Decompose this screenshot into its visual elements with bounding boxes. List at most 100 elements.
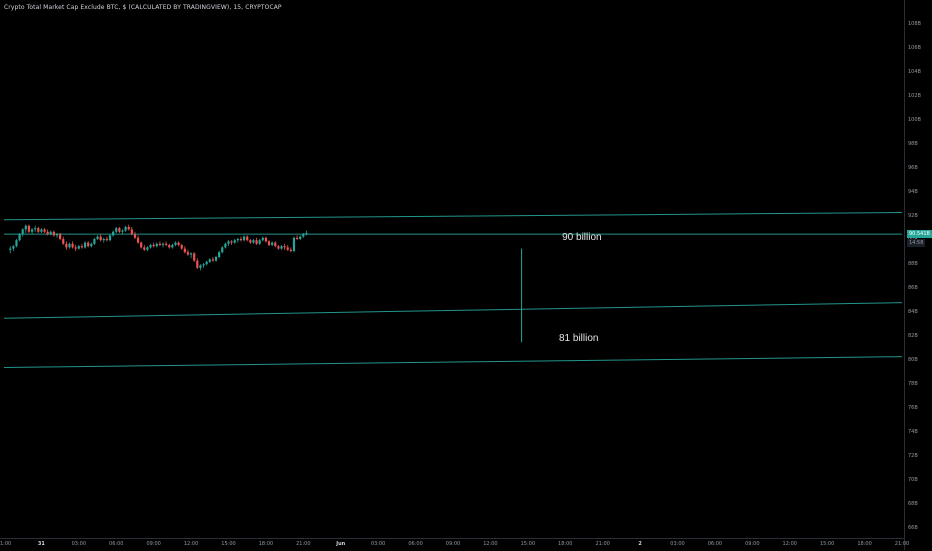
y-tick-label: 100B — [908, 117, 921, 124]
y-tick-label: 96B — [908, 165, 918, 172]
candle-body — [218, 252, 221, 257]
y-tick-label: 82B — [908, 333, 918, 340]
candle-body — [227, 241, 230, 244]
candle-body — [183, 248, 186, 253]
candle-body — [267, 241, 271, 245]
candle-body — [118, 228, 121, 232]
time-axis[interactable]: 21:00 31 03:00 06:00 09:00 12:00 15:00 18:00 21:… — [0, 538, 909, 551]
candle-body — [68, 243, 71, 248]
candle-body — [242, 236, 246, 241]
candle-body — [146, 247, 149, 250]
candle-body — [21, 229, 24, 235]
candle-body — [83, 242, 87, 248]
candle-body — [15, 240, 18, 247]
candle-body — [136, 237, 140, 243]
x-tick-label: 12:00 — [782, 541, 797, 547]
candle-body — [155, 243, 158, 247]
trendline-lower-channel — [3, 356, 903, 368]
candle-body — [295, 237, 299, 239]
candle-body — [186, 252, 190, 255]
x-tick-label: 03:00 — [670, 541, 685, 547]
x-tick-label: 21:00 — [595, 541, 610, 547]
candle-body — [127, 226, 130, 230]
candle-body — [177, 242, 180, 245]
candle-body — [299, 236, 302, 239]
candle-body — [158, 243, 162, 245]
trendline-middle-channel — [3, 302, 903, 319]
candle-body — [152, 244, 155, 247]
x-tick-label: 03:00 — [71, 541, 87, 547]
candle-body — [90, 243, 93, 247]
candle-body — [37, 228, 40, 232]
candle-body — [252, 240, 255, 243]
candle-body — [168, 244, 171, 248]
y-tick-label: 72B — [908, 453, 918, 460]
candle-body — [277, 246, 280, 249]
x-tick-label: 18:00 — [558, 541, 573, 547]
candle-body — [292, 237, 296, 251]
candle-body — [96, 236, 99, 239]
x-tick-label: 21:00 — [894, 541, 910, 547]
candle-body — [74, 247, 77, 249]
price-axis[interactable]: 108B106B104B102B100B98B96B94B92B90B88B86… — [904, 0, 932, 550]
candle-body — [264, 237, 268, 242]
x-tick-label: 09:00 — [745, 541, 760, 547]
candle-body — [124, 226, 127, 231]
x-tick-label: 21:00 — [0, 541, 12, 547]
candle-body — [115, 228, 118, 232]
y-tick-label: 88B — [908, 261, 918, 268]
candle-body — [87, 242, 90, 247]
candle-body — [171, 244, 174, 248]
candle-body — [274, 242, 277, 247]
x-tick-label: 03:00 — [370, 541, 386, 547]
candle-body — [258, 240, 261, 244]
price-chart[interactable] — [0, 0, 904, 538]
candle-body — [143, 247, 146, 250]
candle-body — [40, 229, 43, 232]
candle-body — [80, 246, 84, 248]
candle-body — [249, 240, 252, 243]
candle-body — [305, 232, 308, 235]
y-tick-label: 70B — [908, 477, 918, 484]
candle-body — [193, 253, 196, 261]
candle-body — [239, 238, 243, 241]
trendline-upper-channel — [3, 212, 903, 221]
candle-body — [230, 241, 233, 243]
candle-body — [280, 246, 283, 249]
candle-body — [261, 237, 264, 241]
y-tick-label: 76B — [908, 405, 918, 412]
candle-body — [102, 238, 105, 241]
candle-body — [121, 230, 124, 232]
candle-body — [18, 234, 21, 241]
countdown-label: 14:58 — [907, 239, 926, 248]
candle-body — [34, 228, 37, 230]
x-tick-label: 18:00 — [857, 541, 872, 547]
y-tick-label: 106B — [908, 45, 921, 52]
y-tick-label: 98B — [908, 141, 918, 148]
candle-body — [140, 242, 143, 248]
candle-body — [283, 246, 286, 248]
candle-body — [49, 231, 52, 235]
x-tick-label: 12:00 — [483, 541, 498, 547]
x-tick-label: 12:00 — [183, 541, 199, 547]
x-tick-label: 06:00 — [109, 541, 124, 547]
y-tick-label: 92B — [908, 213, 918, 220]
y-tick-label: 94B — [908, 189, 918, 196]
candle-body — [55, 234, 59, 236]
candle-body — [71, 243, 74, 248]
candle-body — [214, 256, 218, 261]
candle-body — [12, 246, 15, 249]
candle-body — [130, 229, 133, 235]
x-tick-label: 31 — [37, 541, 45, 547]
x-tick-label: 09:00 — [445, 541, 461, 547]
candle-body — [205, 261, 208, 265]
candle-body — [233, 240, 236, 243]
chart-area[interactable]: Crypto Total Market Cap Exclude BTC, $ (… — [0, 0, 932, 550]
x-tick-label: 21:00 — [296, 541, 311, 547]
candle-body — [52, 231, 55, 236]
candle-body — [224, 243, 227, 248]
candle-body — [30, 229, 34, 232]
candle-body — [174, 242, 177, 245]
y-tick-label: 74B — [908, 429, 918, 436]
y-tick-label: 68B — [908, 501, 918, 508]
